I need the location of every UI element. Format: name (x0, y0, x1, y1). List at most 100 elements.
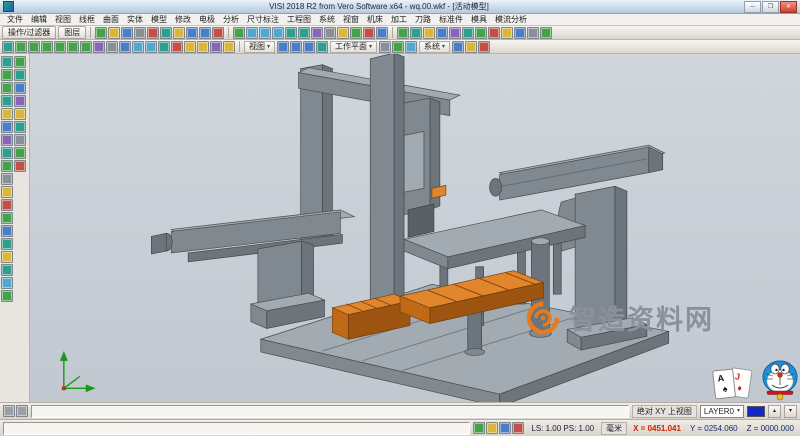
prompt-area[interactable] (3, 422, 470, 435)
menu-item[interactable]: 模具 (467, 14, 491, 25)
active-color-swatch[interactable] (747, 406, 765, 417)
new-icon[interactable] (95, 27, 107, 39)
menu-item[interactable]: 标准件 (435, 14, 467, 25)
menu-item[interactable]: 线框 (75, 14, 99, 25)
left-view-icon[interactable] (54, 41, 66, 53)
snap-icon[interactable] (363, 27, 375, 39)
solid-icon[interactable] (475, 27, 487, 39)
iso-view-icon[interactable] (2, 41, 14, 53)
render-icon[interactable] (210, 41, 222, 53)
text-tool-icon[interactable] (1, 173, 13, 185)
layer-select[interactable]: LAYER0 ▾ (700, 405, 744, 418)
print-icon[interactable] (134, 27, 146, 39)
group-workplane-dropdown[interactable]: 工作平面▾ (330, 41, 377, 53)
plane-xz-icon[interactable] (290, 41, 302, 53)
hidden-line-icon[interactable] (106, 41, 118, 53)
sys-config-icon[interactable] (379, 41, 391, 53)
cut-icon[interactable] (147, 27, 159, 39)
dimension-tool-icon[interactable] (1, 186, 13, 198)
plane-xy-icon[interactable] (277, 41, 289, 53)
section-icon[interactable] (171, 41, 183, 53)
open-icon[interactable] (108, 27, 120, 39)
pan-icon[interactable] (285, 27, 297, 39)
select-icon[interactable] (233, 27, 245, 39)
zoom-all-icon[interactable] (145, 41, 157, 53)
point-tool-icon[interactable] (1, 69, 13, 81)
array-tool-icon[interactable] (1, 290, 13, 302)
menu-item[interactable]: 文件 (3, 14, 27, 25)
next-step-icon[interactable] (16, 405, 28, 417)
menu-item[interactable]: 实体 (123, 14, 147, 25)
measure-icon[interactable] (376, 27, 388, 39)
menu-item[interactable]: 曲面 (99, 14, 123, 25)
paste-icon[interactable] (173, 27, 185, 39)
info-icon[interactable] (405, 41, 417, 53)
back-view-icon[interactable] (67, 41, 79, 53)
cad-model[interactable] (30, 54, 800, 402)
help-icon[interactable] (452, 41, 464, 53)
group-system-dropdown[interactable]: 系统▾ (419, 41, 450, 53)
scale-tool-icon[interactable] (1, 277, 13, 289)
arc-tool-icon[interactable] (1, 108, 13, 120)
group-view-dropdown[interactable]: 视图▾ (244, 41, 275, 53)
snap-mid-icon[interactable] (486, 422, 498, 434)
boss-icon[interactable] (14, 147, 26, 159)
ellipse-tool-icon[interactable] (1, 134, 13, 146)
loft-icon[interactable] (14, 95, 26, 107)
redo-icon[interactable] (199, 27, 211, 39)
menu-item[interactable]: 编辑 (27, 14, 51, 25)
trim-tool-icon[interactable] (1, 199, 13, 211)
view-reference-readout[interactable]: 绝对 XY 上视图 (632, 405, 697, 418)
pocket-icon[interactable] (14, 160, 26, 172)
top-view-icon[interactable] (15, 41, 27, 53)
front-view-icon[interactable] (28, 41, 40, 53)
grid-icon[interactable] (350, 27, 362, 39)
snap-int-icon[interactable] (499, 422, 511, 434)
extrude-icon[interactable] (14, 56, 26, 68)
prev-step-icon[interactable] (3, 405, 15, 417)
lights-icon[interactable] (197, 41, 209, 53)
layers-icon[interactable] (337, 27, 349, 39)
circle-icon[interactable] (436, 27, 448, 39)
menu-item[interactable]: 加工 (387, 14, 411, 25)
copy-icon[interactable] (160, 27, 172, 39)
rotate-view-icon[interactable] (298, 27, 310, 39)
exit-icon[interactable] (478, 41, 490, 53)
menu-item[interactable]: 视窗 (339, 14, 363, 25)
polyline-tool-icon[interactable] (1, 95, 13, 107)
tab-layers[interactable]: 图层 (58, 26, 86, 39)
rib-icon[interactable] (14, 134, 26, 146)
shaded-icon[interactable] (311, 27, 323, 39)
notes-icon[interactable] (465, 41, 477, 53)
draft-icon[interactable] (14, 121, 26, 133)
rectangle-tool-icon[interactable] (1, 160, 13, 172)
menu-item[interactable]: 模流分析 (491, 14, 531, 25)
calculator-icon[interactable] (223, 41, 235, 53)
extend-tool-icon[interactable] (1, 212, 13, 224)
line-icon[interactable] (410, 27, 422, 39)
spin-down-button[interactable]: ▾ (784, 405, 797, 418)
shade-mode-icon[interactable] (93, 41, 105, 53)
arc-icon[interactable] (423, 27, 435, 39)
wire-mode-icon[interactable] (119, 41, 131, 53)
menu-item[interactable]: 机床 (363, 14, 387, 25)
sweep-icon[interactable] (14, 82, 26, 94)
spin-up-button[interactable]: ▴ (768, 405, 781, 418)
refresh-icon[interactable] (158, 41, 170, 53)
menu-item[interactable]: 尺寸标注 (243, 14, 283, 25)
pattern-icon[interactable] (540, 27, 552, 39)
wcs-icon[interactable] (184, 41, 196, 53)
point-icon[interactable] (397, 27, 409, 39)
revolve-icon[interactable] (14, 69, 26, 81)
select-tool-icon[interactable] (1, 56, 13, 68)
shell-icon[interactable] (14, 108, 26, 120)
zoom-out-icon[interactable] (259, 27, 271, 39)
spline-tool-icon[interactable] (1, 147, 13, 159)
offset-tool-icon[interactable] (1, 225, 13, 237)
save-icon[interactable] (121, 27, 133, 39)
right-view-icon[interactable] (41, 41, 53, 53)
wireframe-icon[interactable] (324, 27, 336, 39)
zoom-in-icon[interactable] (246, 27, 258, 39)
spline-icon[interactable] (449, 27, 461, 39)
menu-item[interactable]: 分析 (219, 14, 243, 25)
